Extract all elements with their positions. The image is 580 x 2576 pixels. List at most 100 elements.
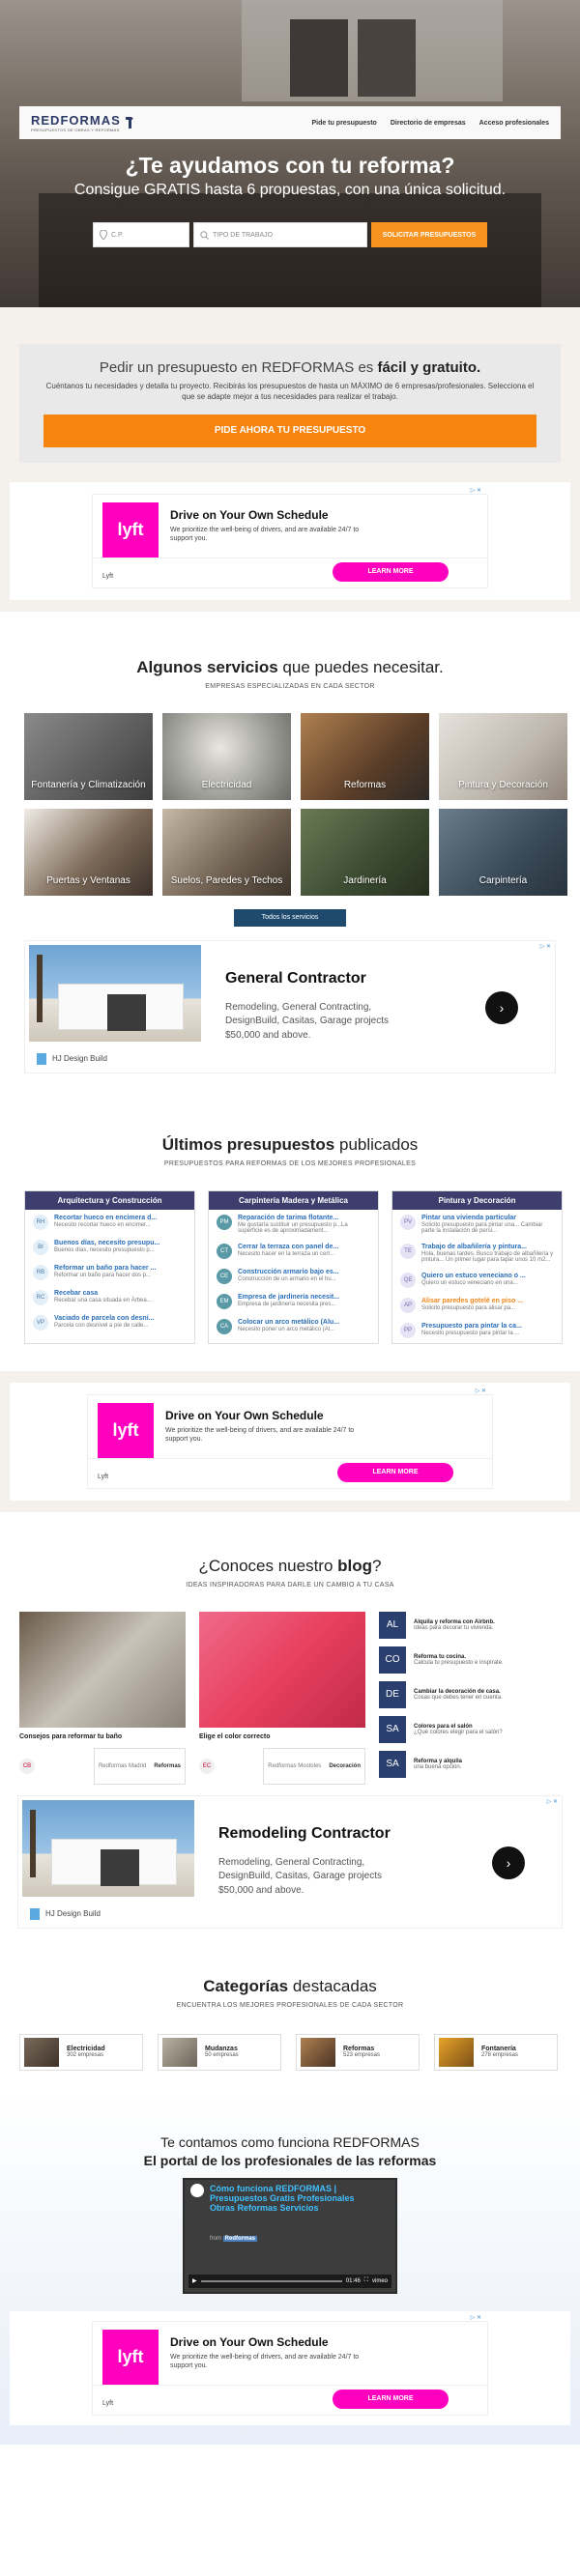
list-item[interactable]: RH Recortar hueco en encimera d... Necesit… bbox=[25, 1210, 194, 1235]
how-line-1: Te contamos como funciona REDFORMAS bbox=[160, 2133, 420, 2150]
list-item[interactable]: CA Colocar un arco metálico (Alu... Necesi… bbox=[209, 1314, 378, 1339]
brand-logo-icon bbox=[37, 1052, 46, 1065]
brand-logo-icon bbox=[30, 1907, 40, 1920]
blog-post-bathroom[interactable]: Consejos para reformar tu baño CB Redform… bbox=[19, 1611, 186, 1786]
service-plumbing[interactable]: Fontanería y Climatización bbox=[24, 712, 153, 800]
list-item[interactable]: CT Cerrar la terraza con panel de... Neces… bbox=[209, 1239, 378, 1264]
learn-more-button[interactable]: LEARN MORE bbox=[333, 561, 449, 582]
work-type-input[interactable]: TIPO DE TRABAJO bbox=[193, 222, 367, 247]
chevron-right-icon[interactable]: › bbox=[492, 1846, 525, 1879]
list-item[interactable]: QE Quiero un estuco veneciano o ... Quiero… bbox=[392, 1268, 562, 1293]
service-carpentry[interactable]: Carpintería bbox=[439, 808, 567, 896]
ad-description: Remodeling, General Contracting, DesignB… bbox=[218, 1856, 382, 1896]
categories-subtitle: ENCUENTRA LOS MEJORES PROFESIONALES DE C… bbox=[176, 2001, 404, 2009]
video-progress-bar[interactable] bbox=[200, 2279, 342, 2282]
list-item[interactable]: EM Empresa de jardinería necesit... Empres… bbox=[209, 1289, 378, 1314]
adchoices-icon[interactable]: ▷ ✕ bbox=[547, 1798, 558, 1805]
adchoices-icon[interactable]: ▷ ✕ bbox=[471, 487, 481, 494]
service-floors-walls[interactable]: Suelos, Paredes y Techos bbox=[162, 808, 291, 896]
all-services-button[interactable]: Todos los servicios bbox=[234, 908, 346, 927]
services-grid: Fontanería y Climatización Electricidad … bbox=[24, 712, 567, 896]
location-pin-icon bbox=[100, 230, 107, 240]
vimeo-logo[interactable]: vimeo bbox=[372, 2278, 388, 2284]
ad-description: Remodeling, General Contracting, DesignB… bbox=[225, 1001, 389, 1041]
top-navbar: REDFORMAS PRESUPUESTOS DE OBRAS Y REFORM… bbox=[19, 106, 561, 139]
remodeling-contractor-ad[interactable]: ▷ ✕ Remodeling Contractor Remodeling, Ge… bbox=[17, 1794, 563, 1929]
list-item[interactable]: SA Colores para el salón ¿Qué colores eleg… bbox=[379, 1715, 543, 1743]
list-item[interactable]: PV Pintar una vivienda particular Solicito… bbox=[392, 1210, 562, 1239]
request-quotes-button[interactable]: SOLICITAR PRESUPUESTOS bbox=[371, 222, 487, 247]
category-image bbox=[439, 2037, 474, 2067]
budget-column-carpentry: Carpintería Madera y Metálica PM Reparaci… bbox=[208, 1189, 379, 1344]
hammer-icon bbox=[125, 117, 133, 129]
list-item[interactable]: RB Reformar un baño para hacer ... Reforma… bbox=[25, 1260, 194, 1285]
category-moving[interactable]: Mudanzas 50 empresas bbox=[158, 2033, 281, 2071]
quote-text: Cuéntanos tu necesidades y detalla tu pr… bbox=[45, 382, 535, 401]
services-subtitle: EMPRESAS ESPECIALIZADAS EN CADA SECTOR bbox=[205, 682, 375, 690]
chevron-right-icon[interactable]: › bbox=[485, 990, 518, 1024]
post-title[interactable]: Elige el color correcto bbox=[199, 1733, 365, 1740]
ad-description: We prioritize the well-being of drivers,… bbox=[170, 2353, 360, 2369]
video-time: 01:46 bbox=[345, 2277, 361, 2284]
category-plumbing[interactable]: Fontanería 278 empresas bbox=[434, 2033, 558, 2071]
list-item[interactable]: PP Presupuesto para pintar la ca... Necesi… bbox=[392, 1318, 562, 1343]
blog-list: AL Alquila y reforma con Airbnb. Ideas par… bbox=[379, 1611, 543, 1786]
lyft-ad[interactable]: ▷ ✕ lyft Drive on Your Own Schedule We p… bbox=[92, 2315, 488, 2416]
ad-slot-2: ▷ ✕ lyft Drive on Your Own Schedule We p… bbox=[0, 1370, 580, 1512]
service-renovations[interactable]: Reformas bbox=[301, 712, 429, 800]
blog-post-color[interactable]: Elige el color correcto EC Redformas Most… bbox=[199, 1611, 365, 1786]
video-author: from Redformas bbox=[210, 2235, 258, 2242]
category-electricity[interactable]: Electricidad 302 empresas bbox=[19, 2033, 143, 2071]
quote-box: Pedir un presupuesto en REDFORMAS es fác… bbox=[19, 344, 561, 463]
list-item[interactable]: BI Buenos días, necesito presupu... Buenos… bbox=[25, 1235, 194, 1260]
list-item[interactable]: AL Alquila y reforma con Airbnb. Ideas par… bbox=[379, 1611, 543, 1639]
list-item[interactable]: RC Recebar casa Recebar una casa situada e… bbox=[25, 1285, 194, 1310]
avatar: CB bbox=[19, 1758, 35, 1774]
request-now-button[interactable]: PIDE AHORA TU PRESUPUESTO bbox=[44, 414, 536, 447]
general-contractor-ad[interactable]: ▷ ✕ General Contractor Remodeling, Gener… bbox=[24, 939, 556, 1073]
service-gardening[interactable]: Jardinería bbox=[301, 808, 429, 896]
ad-slot-1: ▷ ✕ lyft Drive on Your Own Schedule We p… bbox=[0, 470, 580, 612]
list-item[interactable]: PM Reparación de tarima flotante... Me gus… bbox=[209, 1210, 378, 1239]
site-logo[interactable]: REDFORMAS PRESUPUESTOS DE OBRAS Y REFORM… bbox=[31, 113, 135, 132]
lyft-ad[interactable]: ▷ ✕ lyft Drive on Your Own Schedule We p… bbox=[92, 488, 488, 588]
list-item[interactable]: DE Cambiar la decoración de casa. Cosas qu… bbox=[379, 1680, 543, 1708]
blog-title: ¿Conoces nuestro blog? bbox=[198, 1556, 382, 1575]
hero-title: ¿Te ayudamos con tu reforma? bbox=[125, 153, 455, 178]
quote-title: Pedir un presupuesto en REDFORMAS es fác… bbox=[99, 359, 481, 376]
adchoices-icon[interactable]: ▷ ✕ bbox=[476, 1388, 486, 1394]
nav-company-directory[interactable]: Directorio de empresas bbox=[391, 120, 466, 127]
list-item[interactable]: CE Construcción armario bajo es... Constru… bbox=[209, 1264, 378, 1289]
service-electricity[interactable]: Electricidad bbox=[162, 712, 291, 800]
list-item[interactable]: AP Alisar paredes gotelé en piso ... Solic… bbox=[392, 1293, 562, 1318]
lyft-ad[interactable]: ▷ ✕ lyft Drive on Your Own Schedule We p… bbox=[87, 1388, 493, 1489]
play-icon[interactable]: ▶ bbox=[192, 2277, 197, 2284]
learn-more-button[interactable]: LEARN MORE bbox=[333, 2389, 449, 2409]
postal-code-input[interactable]: C.P. bbox=[93, 222, 189, 247]
service-painting[interactable]: Pintura y Decoración bbox=[439, 712, 567, 800]
column-header: Arquitectura y Construcción bbox=[25, 1190, 194, 1210]
post-title[interactable]: Consejos para reformar tu baño bbox=[19, 1733, 186, 1740]
adchoices-icon[interactable]: ▷ ✕ bbox=[540, 943, 551, 950]
video-player[interactable]: Cómo funciona REDFORMAS | Presupuestos G… bbox=[183, 2177, 397, 2294]
hero-search-form: C.P. TIPO DE TRABAJO SOLICITAR PRESUPUES… bbox=[93, 222, 487, 247]
fullscreen-icon[interactable]: ⛶ bbox=[364, 2277, 368, 2284]
video-controls: ▶ 01:46 ⛶ vimeo bbox=[188, 2274, 392, 2288]
learn-more-button[interactable]: LEARN MORE bbox=[337, 1462, 453, 1482]
adchoices-icon[interactable]: ▷ ✕ bbox=[471, 2314, 481, 2321]
list-item[interactable]: CO Reforma tu cocina. Calcula tu presupues… bbox=[379, 1646, 543, 1674]
categories-title: Categorías destacadas bbox=[203, 1976, 377, 1995]
video-title[interactable]: Cómo funciona REDFORMAS | Presupuestos G… bbox=[210, 2184, 374, 2214]
ad-brand: Lyft bbox=[102, 2399, 114, 2407]
list-item[interactable]: SA Reforma y alquila una buena opción. bbox=[379, 1750, 543, 1778]
quote-band: Pedir un presupuesto en REDFORMAS es fác… bbox=[0, 307, 580, 471]
category-image bbox=[162, 2037, 197, 2067]
list-item[interactable]: TE Trabajo de albañilería y pintura... Hol… bbox=[392, 1239, 562, 1268]
main-nav: Pide tu presupuesto Directorio de empres… bbox=[312, 120, 549, 127]
category-renovations[interactable]: Reformas 523 empresas bbox=[296, 2033, 420, 2071]
nav-request-quote[interactable]: Pide tu presupuesto bbox=[312, 120, 377, 127]
house-image bbox=[22, 1799, 194, 1897]
nav-pro-access[interactable]: Acceso profesionales bbox=[479, 120, 549, 127]
list-item[interactable]: VP Vaciado de parcela con desni... Parcela… bbox=[25, 1310, 194, 1335]
service-doors-windows[interactable]: Puertas y Ventanas bbox=[24, 808, 153, 896]
